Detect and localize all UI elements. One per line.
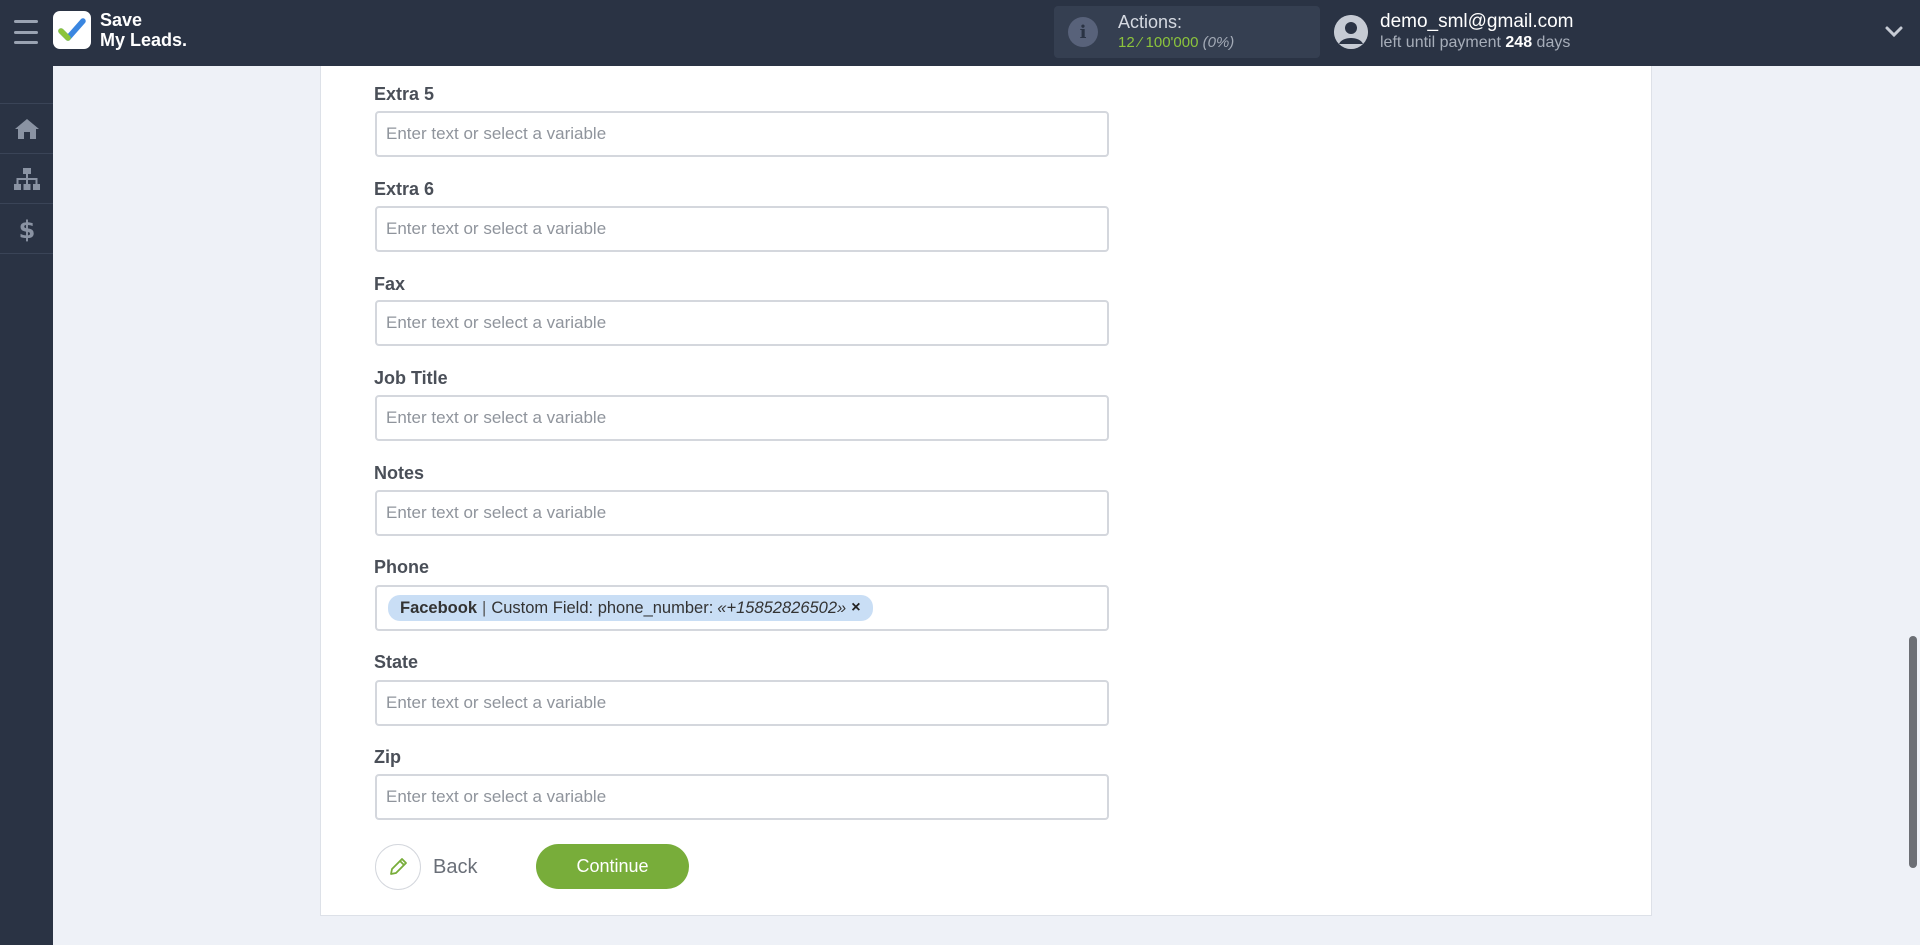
actions-label: Actions: [1118, 12, 1183, 32]
tag-remove-icon[interactable]: × [851, 599, 860, 617]
extra5-input[interactable] [375, 111, 1109, 157]
field-label-notes: Notes [374, 463, 425, 483]
field-label-job-title: Job Title [374, 368, 448, 388]
sidebar-item-connections[interactable] [0, 154, 53, 204]
info-icon[interactable]: i [1068, 17, 1098, 47]
extra6-input[interactable] [375, 206, 1109, 252]
svg-text:$: $ [18, 216, 35, 242]
field-label-zip: Zip [374, 747, 401, 767]
phone-input[interactable]: Facebook | Custom Field: phone_number: «… [375, 585, 1109, 631]
zip-input[interactable] [375, 774, 1109, 820]
hamburger-menu-icon[interactable] [14, 20, 38, 44]
user-email[interactable]: demo_sml@gmail.com [1380, 11, 1574, 33]
sidebar: $ [0, 66, 53, 945]
home-icon [14, 118, 39, 139]
logo-icon[interactable] [53, 11, 91, 49]
back-button[interactable]: Back [375, 844, 477, 890]
top-bar: Save My Leads. i Actions: 12 ⁄ 100'000 (… [0, 0, 1920, 66]
continue-button[interactable]: Continue [536, 844, 689, 889]
field-label-fax: Fax [374, 274, 406, 294]
job-title-input[interactable] [375, 395, 1109, 441]
variable-tag[interactable]: Facebook | Custom Field: phone_number: «… [388, 595, 873, 621]
pencil-icon [375, 844, 421, 890]
state-input[interactable] [375, 680, 1109, 726]
field-label-extra6: Extra 6 [374, 179, 435, 199]
logo-text[interactable]: Save My Leads. [100, 10, 187, 50]
sidebar-spacer [0, 66, 53, 104]
field-label-extra5: Extra 5 [374, 84, 435, 104]
sitemap-icon [13, 167, 40, 190]
field-label-state: State [374, 652, 419, 672]
payment-status: left until payment 248 days [1380, 34, 1571, 51]
field-label-phone: Phone [374, 557, 430, 577]
fax-input[interactable] [375, 300, 1109, 346]
actions-counter: i Actions: 12 ⁄ 100'000 (0%) [1054, 6, 1320, 58]
chevron-down-icon[interactable] [1884, 22, 1904, 42]
scrollbar-thumb[interactable] [1909, 636, 1917, 868]
notes-input[interactable] [375, 490, 1109, 536]
sidebar-item-home[interactable] [0, 104, 53, 154]
actions-count: 12 ⁄ 100'000 (0%) [1118, 34, 1235, 51]
sidebar-item-billing[interactable]: $ [0, 204, 53, 254]
user-avatar-icon[interactable] [1334, 15, 1368, 49]
dollar-icon: $ [18, 216, 35, 242]
